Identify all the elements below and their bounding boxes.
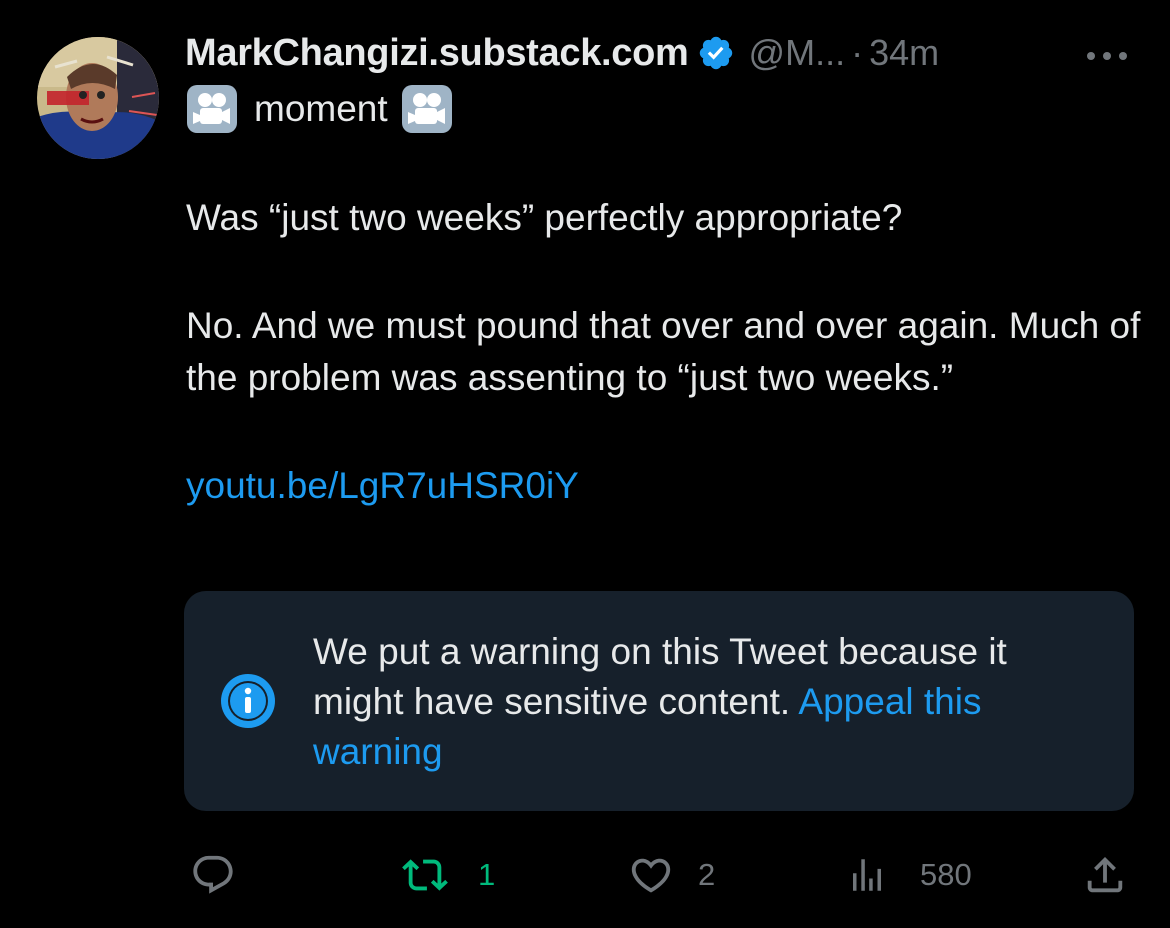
subline-text: moment bbox=[254, 88, 388, 129]
heart-icon bbox=[631, 858, 671, 893]
share-button[interactable] bbox=[1082, 845, 1128, 905]
author-display-name[interactable]: MarkChangizi.substack.com bbox=[185, 32, 689, 75]
retweet-button[interactable]: 1 bbox=[400, 845, 495, 905]
tweet-timestamp[interactable]: 34m bbox=[869, 32, 939, 74]
tweet-header: MarkChangizi.substack.com @M... · 34m bbox=[185, 28, 939, 78]
tweet-link[interactable]: youtu.be/LgR7uHSR0iY bbox=[186, 465, 579, 506]
avatar-image bbox=[37, 37, 159, 159]
movie-camera-icon bbox=[186, 84, 238, 134]
header-separator: · bbox=[851, 32, 864, 73]
tweet-subline: moment bbox=[186, 83, 453, 135]
reply-button[interactable] bbox=[190, 845, 254, 905]
like-count: 2 bbox=[698, 857, 716, 892]
movie-camera-icon bbox=[401, 84, 453, 134]
views-icon bbox=[853, 859, 881, 891]
reply-icon bbox=[193, 855, 233, 894]
tweet-action-bar: 1 2 580 bbox=[0, 845, 1170, 905]
tweet-text-paragraph-2: No. And we must pound that over and over… bbox=[186, 305, 1141, 398]
tweet-body: Was “just two weeks” perfectly appropria… bbox=[186, 192, 1146, 512]
share-icon bbox=[1087, 856, 1123, 893]
avatar[interactable] bbox=[37, 37, 159, 159]
tweet[interactable]: MarkChangizi.substack.com @M... · 34m mo… bbox=[0, 0, 1170, 928]
more-options-icon[interactable] bbox=[1082, 36, 1132, 76]
tweet-text-line-1: Was “just two weeks” perfectly appropria… bbox=[186, 197, 903, 238]
info-icon bbox=[220, 673, 276, 729]
retweet-count: 1 bbox=[478, 857, 496, 892]
views-count: 580 bbox=[920, 857, 972, 892]
verified-badge-icon[interactable] bbox=[697, 34, 735, 72]
like-button[interactable]: 2 bbox=[628, 845, 715, 905]
warning-message: We put a warning on this Tweet because i… bbox=[313, 627, 1103, 777]
views-button[interactable]: 580 bbox=[846, 845, 972, 905]
sensitive-content-warning: We put a warning on this Tweet because i… bbox=[184, 591, 1134, 811]
author-handle[interactable]: @M... bbox=[749, 32, 846, 74]
retweet-icon bbox=[402, 859, 448, 891]
